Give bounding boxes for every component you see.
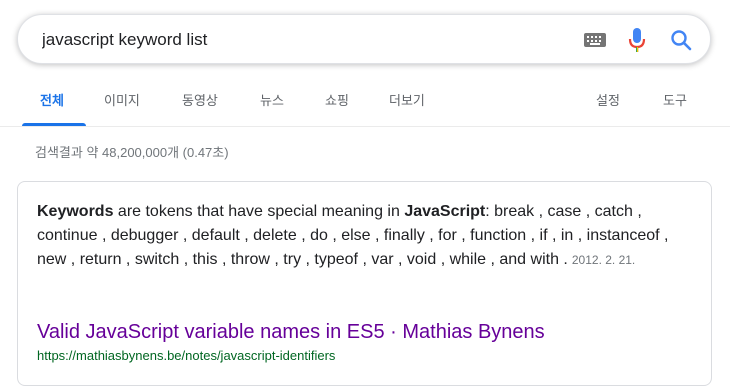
result-url[interactable]: https://mathiasbynens.be/notes/javascrip… <box>37 348 335 363</box>
featured-snippet-text: Keywords are tokens that have special me… <box>37 200 697 272</box>
result-title-link[interactable]: Valid JavaScript variable names in ES5 ·… <box>37 319 545 345</box>
tab-shopping[interactable]: 쇼핑 <box>325 90 349 126</box>
tab-settings[interactable]: 설정 <box>596 90 620 126</box>
tab-more[interactable]: 더보기 <box>389 90 425 126</box>
search-icon[interactable] <box>669 28 693 52</box>
tab-all[interactable]: 전체 <box>40 90 64 126</box>
snippet-text-part: are tokens that have special meaning in <box>113 203 405 220</box>
search-input[interactable] <box>42 28 562 52</box>
tab-tools[interactable]: 도구 <box>663 90 687 126</box>
microphone-icon[interactable] <box>628 27 646 53</box>
result-stats: 검색결과 약 48,200,000개 (0.47초) <box>35 145 229 160</box>
search-tabs: 전체 이미지 동영상 뉴스 쇼핑 더보기 설정 도구 <box>0 90 730 128</box>
featured-snippet-card: Keywords are tokens that have special me… <box>17 181 712 386</box>
snippet-bold-javascript: JavaScript <box>404 203 486 220</box>
snippet-date: 2012. 2. 21. <box>571 253 636 267</box>
tab-videos[interactable]: 동영상 <box>182 90 218 126</box>
tab-images[interactable]: 이미지 <box>104 90 140 126</box>
snippet-bold-keywords: Keywords <box>37 203 114 220</box>
keyboard-icon[interactable] <box>584 32 606 48</box>
tabs-divider <box>0 126 730 127</box>
search-box[interactable] <box>17 14 711 64</box>
tab-news[interactable]: 뉴스 <box>260 90 284 126</box>
